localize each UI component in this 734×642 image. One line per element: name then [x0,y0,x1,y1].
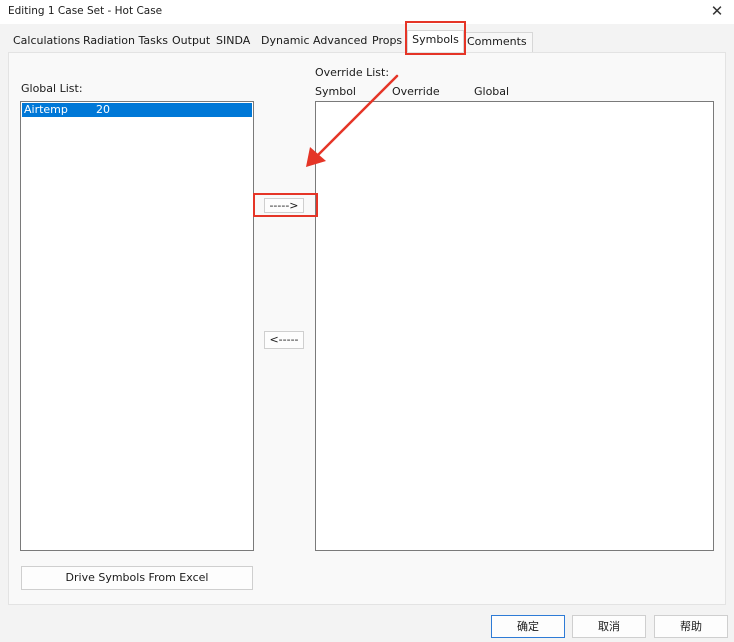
override-list-label: Override List: [315,66,390,79]
tab-calculations[interactable]: Calculations [13,32,80,52]
global-list-item[interactable]: Airtemp 20 [22,103,252,117]
tab-bar: Calculations Radiation Tasks Output SIND… [6,30,728,53]
global-list-label: Global List: [21,82,83,95]
tab-advanced[interactable]: Advanced [313,32,367,52]
override-col-global: Global [474,85,510,98]
tab-props[interactable]: Props [372,32,402,52]
ok-button[interactable]: 确定 [491,615,565,638]
global-item-value: 20 [96,103,110,116]
tab-dynamic[interactable]: Dynamic [261,32,310,52]
help-button[interactable]: 帮助 [654,615,728,638]
tab-comments[interactable]: Comments [464,32,533,52]
override-col-override: Override [392,85,440,98]
tab-sinda[interactable]: SINDA [216,32,250,52]
tab-radiation-tasks[interactable]: Radiation Tasks [83,32,168,52]
close-icon[interactable]: ✕ [704,0,730,22]
tab-output[interactable]: Output [172,32,210,52]
override-list-box[interactable] [315,101,714,551]
move-left-button[interactable]: <----- [264,331,304,349]
global-list-box[interactable]: Airtemp 20 [20,101,254,551]
window-title: Editing 1 Case Set - Hot Case [8,5,163,17]
move-right-highlight [253,193,318,217]
drive-symbols-excel-button[interactable]: Drive Symbols From Excel [21,566,253,590]
global-item-symbol: Airtemp [24,103,68,116]
symbols-tab-highlight [405,21,466,55]
title-bar: Editing 1 Case Set - Hot Case ✕ [0,0,734,24]
override-col-symbol: Symbol [315,85,356,98]
cancel-button[interactable]: 取消 [572,615,646,638]
